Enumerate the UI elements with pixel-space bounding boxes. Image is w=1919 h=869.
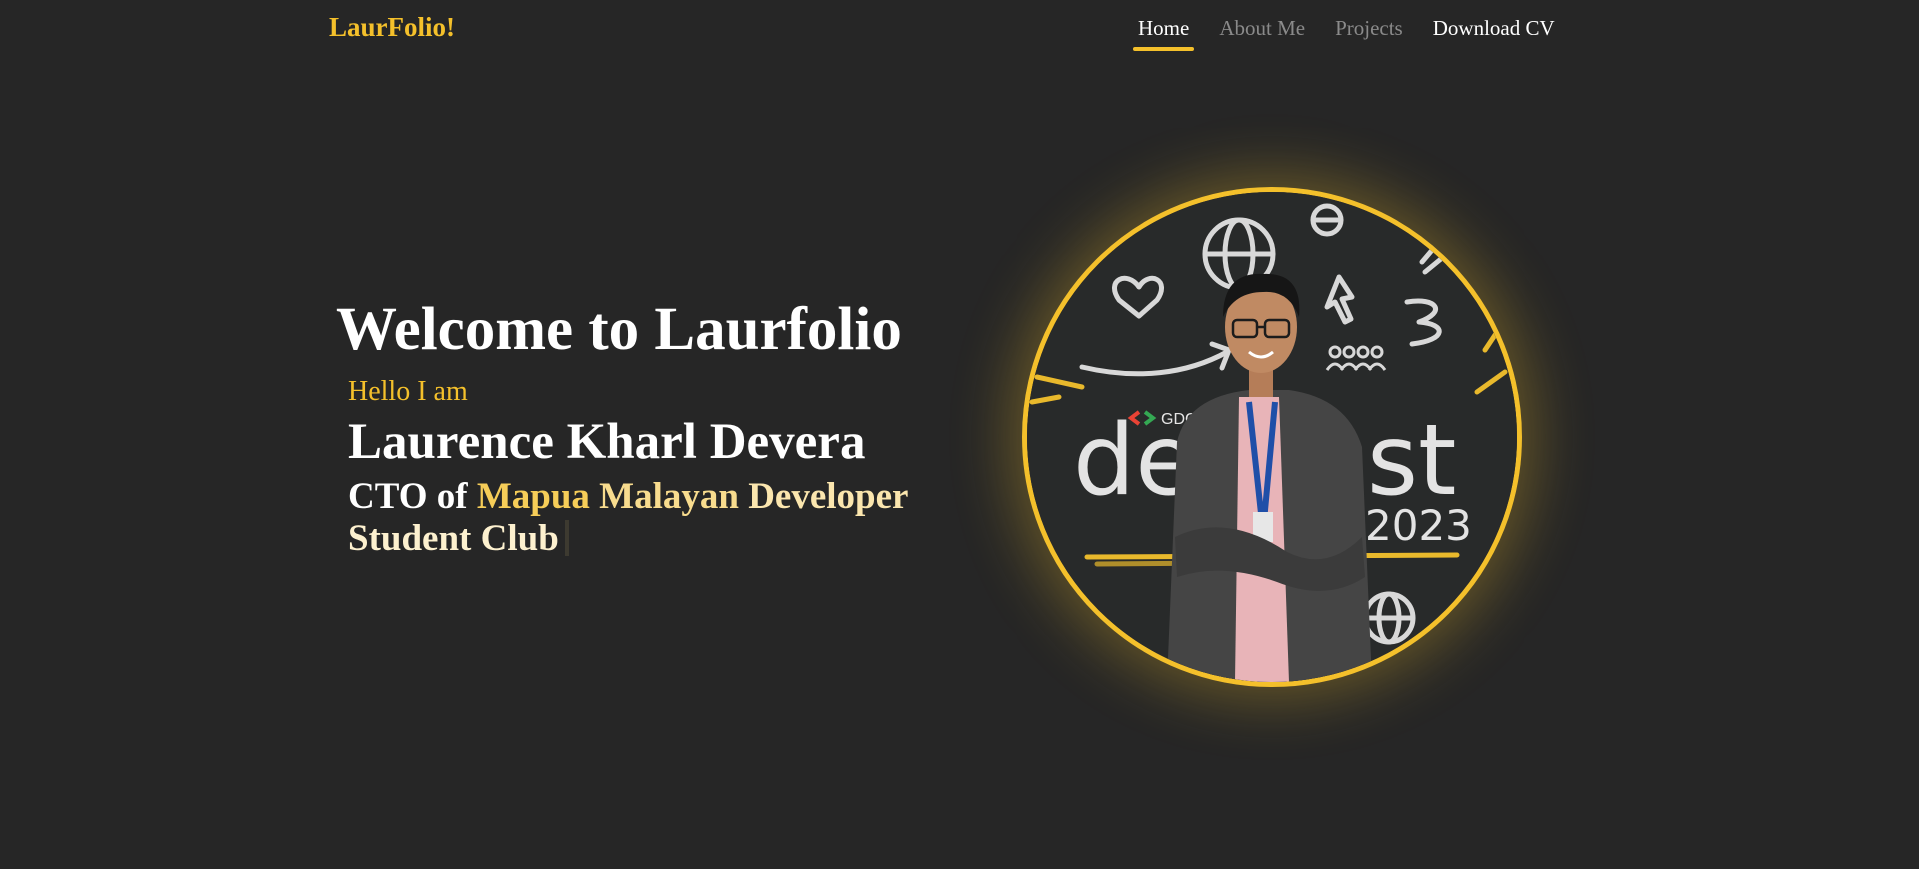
nav-links: Home About Me Projects Download CV	[1133, 16, 1560, 51]
role-word-cto-of: CTO of	[348, 475, 468, 517]
role-word-developer: Developer	[748, 475, 908, 517]
top-navbar: LaurFolio! Home About Me Projects Downlo…	[0, 0, 1919, 62]
profile-photo: GDG Davao dev st 2023	[1022, 187, 1522, 687]
active-nav-underline	[1133, 47, 1195, 51]
profile-photo-frame: GDG Davao dev st 2023	[1022, 187, 1522, 687]
welcome-heading: Welcome to Laurfolio	[336, 296, 902, 363]
nav-link-download-cv-label: Download CV	[1432, 16, 1555, 40]
nav-link-projects[interactable]: Projects	[1330, 16, 1408, 51]
typed-role-text: CTO of Mapua Malayan Developer Student C…	[348, 476, 938, 560]
greeting-text: Hello I am	[348, 376, 468, 408]
role-word-malayan: Malayan	[599, 475, 739, 517]
typing-caret	[564, 519, 569, 556]
profile-photo-illustration: GDG Davao dev st 2023	[1027, 192, 1517, 682]
hero-text-section: Welcome to Laurfolio Hello I am Laurence…	[336, 296, 956, 560]
nav-link-home[interactable]: Home	[1133, 16, 1195, 51]
nav-link-about-me[interactable]: About Me	[1214, 16, 1310, 51]
nav-link-home-label: Home	[1138, 16, 1190, 40]
nav-link-about-me-label: About Me	[1219, 16, 1306, 40]
banner-year-text: 2023	[1365, 501, 1472, 550]
brand-logo-link[interactable]: LaurFolio!	[329, 12, 455, 43]
nav-link-download-cv[interactable]: Download CV	[1428, 16, 1560, 51]
role-word-student-club: Student Club	[348, 517, 559, 559]
nav-link-projects-label: Projects	[1335, 16, 1403, 40]
person-name: Laurence Kharl Devera	[348, 413, 866, 470]
role-word-mapua: Mapua	[476, 475, 590, 517]
intro-block: Hello I am Laurence Kharl Devera CTO of …	[348, 376, 956, 560]
